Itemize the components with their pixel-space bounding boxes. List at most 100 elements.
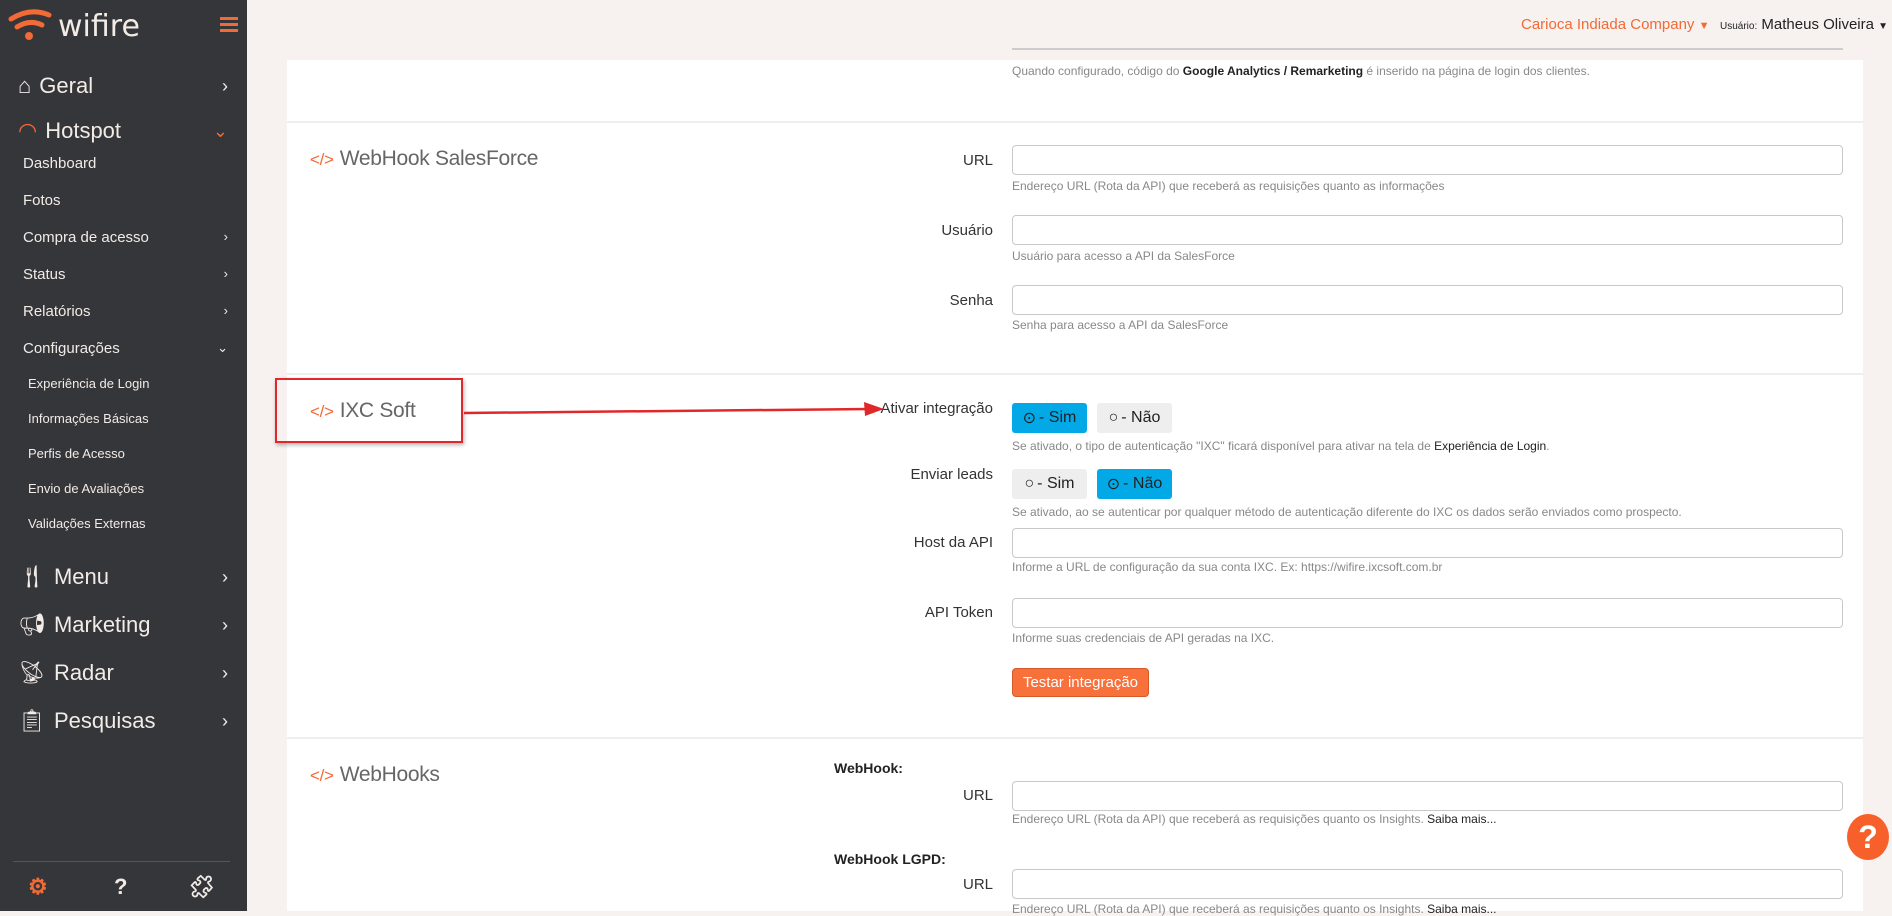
saiba-mais-link[interactable]: Saiba mais... (1427, 902, 1496, 916)
sidebar-item-pesquisas[interactable]: 📋︎ Pesquisas › (18, 708, 228, 734)
url-label: URL (962, 876, 993, 893)
chevron-right-icon: › (222, 566, 228, 587)
caret-down-icon: ▼ (1698, 20, 1710, 32)
sidebar-item-envio-avaliacoes[interactable]: Envio de Avaliações (28, 481, 144, 496)
sidebar-item-dashboard[interactable]: Dashboard (23, 155, 228, 172)
megaphone-icon: 📢︎ (18, 612, 46, 637)
sidebar-item-validacoes-externas[interactable]: Validações Externas (28, 516, 146, 531)
circle-icon: ○ (1108, 409, 1119, 426)
chevron-right-icon: › (222, 75, 228, 96)
sidebar-item-hotspot[interactable]: ◠ Hotspot ⌄ (18, 118, 228, 144)
chevron-right-icon: › (222, 614, 228, 635)
webhook-lgpd-url-input[interactable] (1012, 869, 1843, 899)
chevron-down-icon: ⌄ (217, 340, 228, 355)
sidebar-item-experiencia-login[interactable]: Experiência de Login (28, 376, 149, 391)
sidebar-item-menu[interactable]: 🍴︎ Menu › (18, 564, 228, 590)
check-circle-icon: ⊙ (1106, 476, 1121, 493)
hint: Senha para acesso a API da SalesForce (1012, 318, 1229, 332)
scrollbar[interactable] (1876, 60, 1892, 911)
user-menu[interactable]: Usuário: Matheus Oliveira ▼ (1720, 16, 1888, 33)
chevron-right-icon: › (223, 266, 228, 281)
divider (287, 373, 1863, 375)
label: Marketing (53, 612, 151, 637)
saiba-mais-link[interactable]: Saiba mais... (1427, 812, 1496, 826)
label: Relatórios (23, 303, 91, 320)
token-label: API Token (924, 604, 993, 621)
salesforce-user-input[interactable] (1012, 215, 1843, 245)
wifi-logo-icon (8, 9, 52, 40)
label: Configurações (23, 340, 120, 357)
ativar-nao-toggle[interactable]: ○ - Não (1097, 403, 1172, 433)
url-label: URL (962, 787, 993, 804)
gears-icon[interactable]: ⚙ (28, 874, 48, 900)
label: Menu (53, 564, 109, 589)
settings-panel: Quando configurado, código do Google Ana… (287, 48, 1863, 916)
label: Dashboard (23, 155, 97, 172)
user-name: Matheus Oliveira (1761, 16, 1874, 33)
webhook-hint: Endereço URL (Rota da API) que receberá … (1012, 812, 1497, 826)
puzzle-icon[interactable]: 🧩︎ (188, 874, 216, 900)
circle-icon: ○ (1024, 475, 1035, 492)
test-integration-button[interactable]: Testar integração (1012, 668, 1149, 697)
salesforce-password-input[interactable] (1012, 285, 1843, 315)
label: Pesquisas (53, 708, 156, 733)
section-title-webhooks: </> WebHooks (310, 763, 440, 786)
satellite-dish-icon: 📡︎ (18, 660, 46, 685)
analytics-hint: Quando configurado, código do Google Ana… (1012, 64, 1590, 78)
logo[interactable]: wifire (8, 6, 140, 46)
webhook-lgpd-hint: Endereço URL (Rota da API) que receberá … (1012, 902, 1497, 916)
hamburger-menu-icon[interactable] (220, 17, 238, 35)
utensils-icon: 🍴︎ (18, 564, 46, 589)
chevron-right-icon: › (222, 710, 228, 731)
wifi-icon: ◠ (18, 118, 38, 143)
company-name: Carioca Indiada Company (1521, 16, 1695, 33)
sidebar-item-fotos[interactable]: Fotos (23, 192, 228, 209)
chevron-down-icon: ⌄ (212, 120, 228, 141)
leads-nao-toggle[interactable]: ⊙ - Não (1097, 469, 1172, 499)
api-token-input[interactable] (1012, 598, 1843, 628)
divider (287, 121, 1863, 123)
password-label: Senha (949, 292, 993, 309)
sidebar-item-geral[interactable]: ⌂ Geral › (18, 73, 228, 99)
sidebar-item-relatorios[interactable]: Relatórios › (23, 303, 228, 320)
label: Hotspot (45, 118, 122, 143)
label: Fotos (23, 192, 61, 209)
sidebar-item-radar[interactable]: 📡︎ Radar › (18, 660, 228, 686)
sidebar-item-perfis-acesso[interactable]: Perfis de Acesso (28, 446, 125, 461)
help-float-button[interactable]: ? (1847, 814, 1889, 860)
hint: Endereço URL (Rota da API) que receberá … (1012, 179, 1445, 193)
label: Radar (53, 660, 114, 685)
user-prefix: Usuário: (1720, 21, 1758, 32)
sidebar-item-status[interactable]: Status › (23, 266, 228, 283)
webhook-url-input[interactable] (1012, 781, 1843, 811)
sidebar-item-configuracoes[interactable]: Configurações ⌄ (23, 340, 228, 357)
company-selector[interactable]: Carioca Indiada Company ▼ (1521, 16, 1710, 33)
analytics-input-bottom[interactable] (1012, 48, 1843, 50)
label: Status (23, 266, 66, 283)
help-icon[interactable]: ? (114, 874, 127, 900)
sidebar-item-informacoes-basicas[interactable]: Informações Básicas (28, 411, 149, 426)
sidebar-divider (13, 861, 230, 862)
ativar-sim-toggle[interactable]: ⊙ - Sim (1012, 403, 1087, 433)
salesforce-url-input[interactable] (1012, 145, 1843, 175)
enviar-leads-label: Enviar leads (910, 466, 993, 483)
chevron-right-icon: › (223, 229, 228, 244)
home-icon: ⌂ (18, 73, 32, 98)
webhook-lgpd-label: WebHook LGPD: (834, 851, 946, 867)
label: Geral (39, 73, 94, 98)
divider (287, 737, 1863, 739)
chevron-right-icon: › (222, 662, 228, 683)
hint: Informe a URL de configuração da sua con… (1012, 560, 1443, 574)
annotation-arrow-icon (463, 402, 884, 416)
leads-sim-toggle[interactable]: ○ - Sim (1012, 469, 1087, 499)
chevron-right-icon: › (223, 303, 228, 318)
check-circle-icon: ⊙ (1022, 410, 1037, 427)
hint: Informe suas credenciais de API geradas … (1012, 631, 1275, 645)
host-api-input[interactable] (1012, 528, 1843, 558)
sidebar: wifire ⌂ Geral › ◠ Hotspot ⌄ Dashboard Fotos… (0, 0, 247, 911)
highlight-box (275, 378, 463, 443)
sidebar-item-marketing[interactable]: 📢︎ Marketing › (18, 612, 228, 638)
webhook-label: WebHook: (834, 760, 903, 776)
sidebar-item-compra[interactable]: Compra de acesso › (23, 229, 228, 246)
url-label: URL (962, 152, 993, 169)
